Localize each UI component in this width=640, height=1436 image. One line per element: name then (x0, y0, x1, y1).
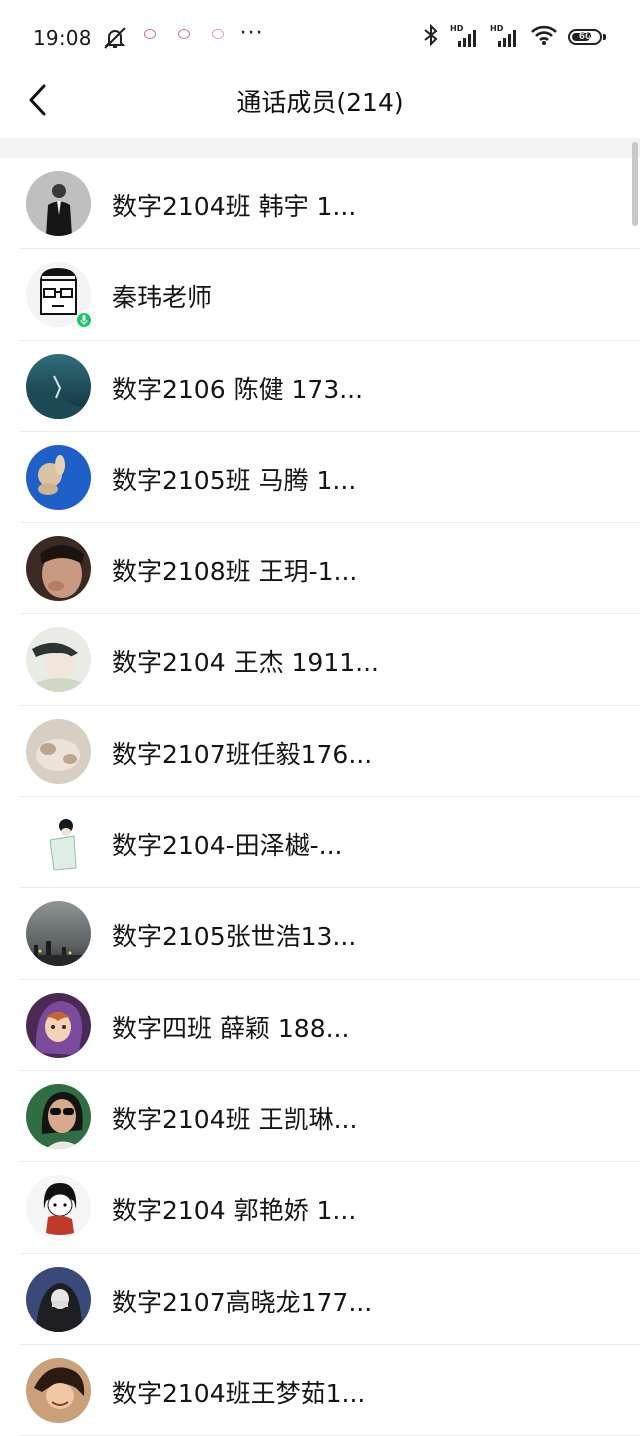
avatar (26, 1083, 91, 1149)
avatar (26, 353, 91, 419)
signal-icon: HD (490, 24, 520, 49)
member-row[interactable]: 数字2108班 王玥-1... (0, 523, 640, 615)
member-name: 秦玮老师 (112, 283, 213, 313)
member-name: 数字2107高晓龙177... (112, 1287, 373, 1317)
member-name: 数字2104 王杰 1911... (112, 648, 379, 678)
more-notifications-icon: ··· (239, 20, 264, 46)
status-left: 19:08 ··· (33, 20, 264, 52)
member-row[interactable]: 数字2105班 马腾 1... (0, 432, 640, 524)
member-row[interactable]: 数字2104班王梦茹1... (0, 1345, 640, 1436)
member-row[interactable]: 数字2104 王杰 1911... (0, 614, 640, 707)
member-row[interactable]: 数字2107高晓龙177... (0, 1254, 640, 1346)
avatar (26, 1266, 91, 1332)
avatar (26, 171, 91, 236)
member-name: 数字2107班任毅176... (112, 739, 373, 769)
member-name: 数字2105班 马腾 1... (112, 465, 357, 495)
scrollbar[interactable] (632, 142, 638, 226)
member-row[interactable]: 数字2104 郭艳娇 1... (0, 1162, 640, 1254)
wifi-icon (530, 24, 558, 50)
member-name: 数字2104 郭艳娇 1... (112, 1196, 357, 1226)
member-row[interactable]: 数字2104班 王凯琳... (0, 1071, 640, 1163)
avatar (26, 992, 91, 1058)
avatar (26, 901, 91, 967)
avatar (26, 627, 91, 693)
avatar (26, 718, 91, 784)
battery-nub (603, 34, 606, 40)
signal-icon: HD (450, 24, 480, 49)
member-row[interactable]: 数字2105张世浩13... (0, 888, 640, 980)
status-bar: 19:08 ··· HD HD 60 (0, 0, 640, 76)
notification-app-icon (138, 29, 162, 47)
member-name: 数字四班 薛颖 188... (112, 1013, 350, 1043)
member-list[interactable]: 数字2104班 韩宇 1... 秦玮老师 数字2106 陈健 173... 数字… (0, 158, 640, 1436)
member-name: 数字2104-田泽樾-... (112, 831, 343, 861)
avatar (26, 810, 91, 876)
bluetooth-icon (422, 23, 440, 51)
member-name: 数字2104班王梦茹1... (112, 1378, 366, 1408)
notification-app-icon (172, 29, 196, 47)
notification-app-icon (206, 29, 230, 47)
member-row[interactable]: 数字2104班 韩宇 1... (0, 158, 640, 250)
page-title: 通话成员(214) (236, 88, 404, 117)
battery-level: 60 (578, 32, 592, 42)
member-row[interactable]: 数字四班 薛颖 188... (0, 980, 640, 1072)
member-name: 数字2105张世浩13... (112, 922, 357, 952)
member-row[interactable]: 秦玮老师 (0, 249, 640, 341)
member-row[interactable]: 数字2106 陈健 173... (0, 341, 640, 433)
member-name: 数字2108班 王玥-1... (112, 557, 358, 587)
clock: 19:08 (33, 26, 92, 50)
member-name: 数字2104班 王凯琳... (112, 1104, 358, 1134)
avatar (26, 536, 91, 602)
section-divider (0, 138, 640, 158)
status-right: HD HD 60 (422, 22, 606, 52)
avatar (26, 1357, 91, 1423)
mic-active-icon (75, 311, 93, 330)
member-name: 数字2104班 韩宇 1... (112, 192, 357, 221)
battery-icon: 60 (568, 29, 602, 45)
mute-bell-icon (102, 26, 128, 50)
member-row[interactable]: 数字2107班任毅176... (0, 706, 640, 798)
member-name: 数字2106 陈健 173... (112, 374, 364, 404)
member-row[interactable]: 数字2104-田泽樾-... (0, 797, 640, 889)
avatar (26, 1175, 91, 1241)
nav-bar: 通话成员(214) (0, 76, 640, 138)
avatar (26, 444, 91, 510)
